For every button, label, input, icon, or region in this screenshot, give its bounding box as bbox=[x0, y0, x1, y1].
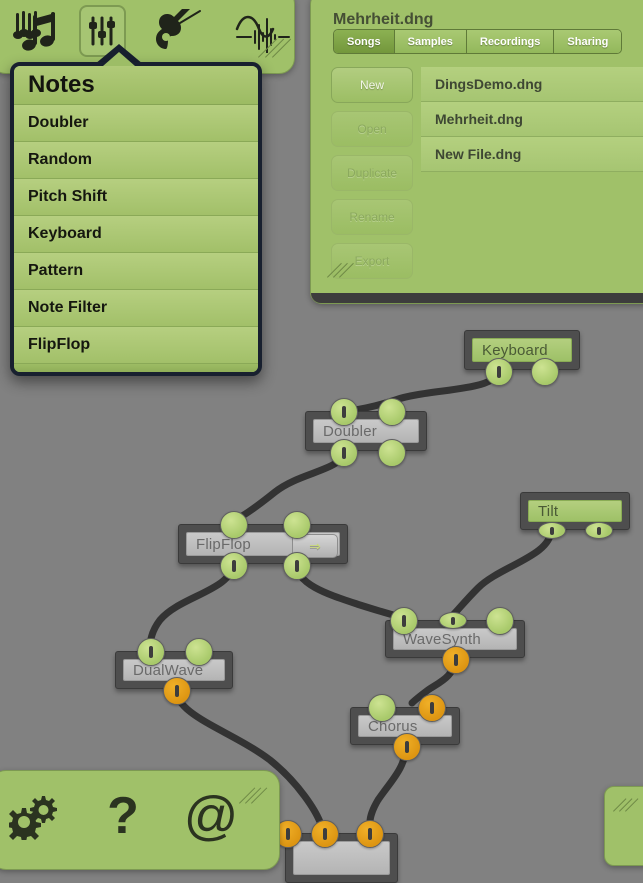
node-keyboard-label: Keyboard bbox=[472, 338, 572, 362]
file-panel-tabs[interactable]: Songs Samples Recordings Sharing bbox=[333, 29, 623, 54]
node-flipflop-port-out-2[interactable] bbox=[283, 552, 311, 580]
node-keyboard-port-out-2[interactable] bbox=[531, 358, 559, 386]
node-chorus-port-in-1[interactable] bbox=[368, 694, 396, 722]
violin-icon bbox=[155, 9, 201, 49]
tab-recordings[interactable]: Recordings bbox=[466, 30, 555, 53]
notes-menu-item-keyboard[interactable]: Keyboard bbox=[14, 216, 258, 253]
node-chorus-port-in-2[interactable] bbox=[418, 694, 446, 722]
at-sign-icon: @ bbox=[183, 786, 239, 846]
file-list[interactable]: DingsDemo.dng Mehrheit.dng New File.dng bbox=[421, 67, 643, 277]
node-dualwave-port-out-1[interactable] bbox=[163, 677, 191, 705]
node-flipflop-port-out-1[interactable] bbox=[220, 552, 248, 580]
notes-menu[interactable]: Notes Doubler Random Pitch Shift Keyboar… bbox=[10, 62, 262, 376]
file-browser-panel[interactable]: Mehrheit.dng Songs Samples Recordings Sh… bbox=[310, 0, 643, 304]
node-doubler-label: Doubler bbox=[313, 419, 419, 443]
node-keyboard-port-out-1[interactable] bbox=[485, 358, 513, 386]
notes-menu-arrow-fill bbox=[103, 52, 135, 66]
node-tilt-label: Tilt bbox=[528, 500, 622, 522]
node-wavesynth[interactable]: WaveSynth bbox=[385, 607, 525, 674]
file-list-item[interactable]: Mehrheit.dng bbox=[421, 102, 643, 137]
node-output-port-in-2[interactable] bbox=[311, 820, 339, 848]
question-mark-icon: ? bbox=[107, 787, 139, 845]
node-flipflop-port-in-2[interactable] bbox=[283, 511, 311, 539]
node-flipflop[interactable]: FlipFlop ⇒ bbox=[178, 511, 348, 580]
node-doubler-port-in-1[interactable] bbox=[330, 398, 358, 426]
open-button[interactable]: Open bbox=[331, 111, 413, 147]
node-tilt[interactable]: Tilt bbox=[520, 492, 630, 539]
node-dualwave[interactable]: DualWave bbox=[115, 638, 233, 705]
secondary-panel[interactable] bbox=[604, 786, 643, 866]
music-notes-icon bbox=[13, 11, 56, 51]
node-doubler-port-in-2[interactable] bbox=[378, 398, 406, 426]
node-chorus[interactable]: Chorus bbox=[350, 694, 460, 761]
gears-icon bbox=[9, 796, 57, 840]
duplicate-button[interactable]: Duplicate bbox=[331, 155, 413, 191]
utility-toolbar[interactable]: ? @ bbox=[0, 770, 280, 870]
file-panel-title: Mehrheit.dng bbox=[333, 11, 434, 28]
file-action-buttons: New Open Duplicate Rename Export bbox=[331, 67, 413, 287]
toolbar-item-instruments[interactable] bbox=[146, 0, 208, 62]
sliders-icon bbox=[89, 16, 116, 46]
tab-songs[interactable]: Songs bbox=[334, 30, 395, 53]
notes-menu-item-doubler[interactable]: Doubler bbox=[14, 105, 258, 142]
notes-menu-item-pitch-shift[interactable]: Pitch Shift bbox=[14, 179, 258, 216]
node-output[interactable] bbox=[274, 820, 398, 883]
arrow-right-icon: ⇒ bbox=[309, 538, 321, 554]
file-list-item[interactable]: New File.dng bbox=[421, 137, 643, 172]
toolbar-item-settings[interactable] bbox=[0, 785, 79, 847]
secondary-panel-resize-grip[interactable] bbox=[611, 791, 641, 821]
notes-menu-item-pattern[interactable]: Pattern bbox=[14, 253, 258, 290]
node-wavesynth-port-in-2[interactable] bbox=[439, 612, 467, 629]
node-output-port-in-3[interactable] bbox=[356, 820, 384, 848]
toolbar-item-contact[interactable]: @ bbox=[167, 785, 255, 847]
rename-button[interactable]: Rename bbox=[331, 199, 413, 235]
node-wavesynth-port-in-1[interactable] bbox=[390, 607, 418, 635]
toolbar-item-help[interactable]: ? bbox=[79, 785, 167, 847]
tab-samples[interactable]: Samples bbox=[394, 30, 467, 53]
node-keyboard[interactable]: Keyboard bbox=[464, 330, 580, 386]
node-tilt-port-out-1[interactable] bbox=[538, 522, 566, 539]
notes-menu-item-random[interactable]: Random bbox=[14, 142, 258, 179]
node-chorus-port-out-1[interactable] bbox=[393, 733, 421, 761]
notes-menu-item-note-filter[interactable]: Note Filter bbox=[14, 290, 258, 327]
node-tilt-port-out-2[interactable] bbox=[585, 522, 613, 539]
toolbar-item-effects[interactable] bbox=[232, 0, 294, 62]
node-wavesynth-port-out-1[interactable] bbox=[442, 646, 470, 674]
toolbar-item-notes[interactable] bbox=[5, 0, 67, 62]
node-wavesynth-port-in-3[interactable] bbox=[486, 607, 514, 635]
file-list-item[interactable]: DingsDemo.dng bbox=[421, 67, 643, 102]
export-button[interactable]: Export bbox=[331, 243, 413, 279]
node-dualwave-port-in-1[interactable] bbox=[137, 638, 165, 666]
notes-menu-title: Notes bbox=[14, 66, 258, 105]
node-flipflop-port-in-1[interactable] bbox=[220, 511, 248, 539]
waveform-icon bbox=[235, 15, 290, 53]
notes-menu-footer bbox=[14, 364, 258, 372]
new-button[interactable]: New bbox=[331, 67, 413, 103]
file-panel-footer bbox=[311, 293, 643, 303]
tab-sharing[interactable]: Sharing bbox=[554, 30, 622, 53]
node-doubler[interactable]: Doubler bbox=[305, 398, 427, 467]
node-dualwave-port-in-2[interactable] bbox=[185, 638, 213, 666]
node-doubler-port-out-2[interactable] bbox=[378, 439, 406, 467]
node-doubler-port-out-1[interactable] bbox=[330, 439, 358, 467]
notes-menu-item-flipflop[interactable]: FlipFlop bbox=[14, 327, 258, 364]
